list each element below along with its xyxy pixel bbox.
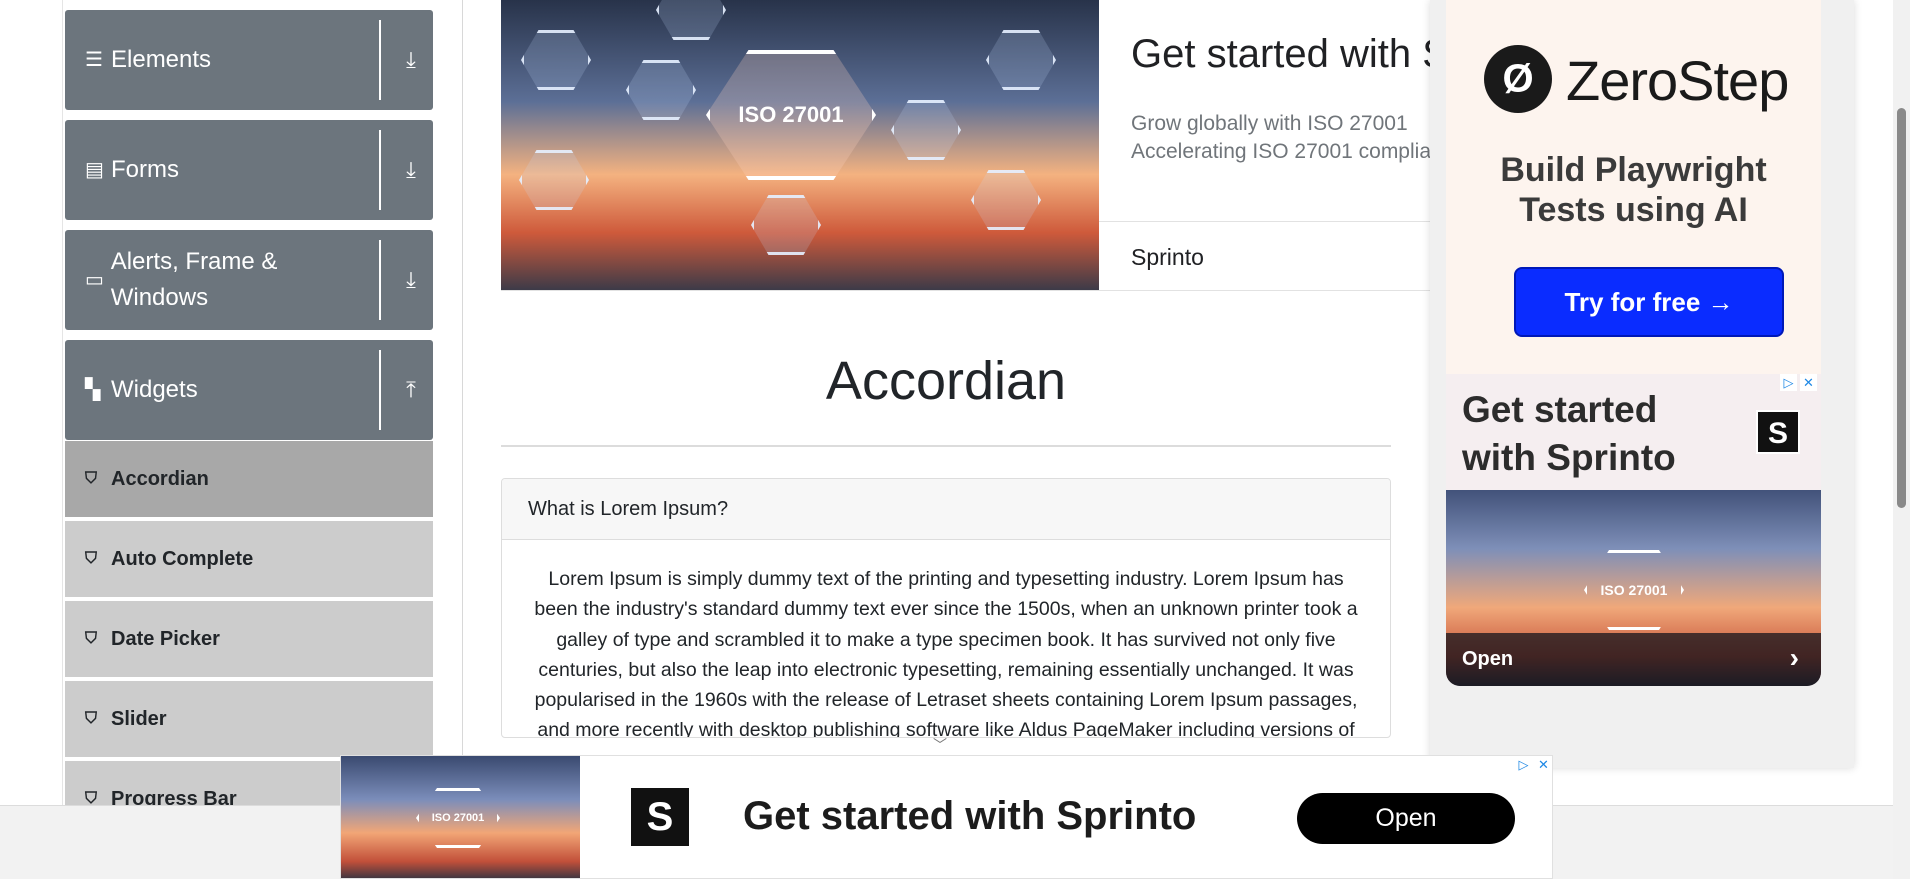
accordion-header[interactable]: What is Lorem Ipsum? bbox=[502, 479, 1390, 540]
open-bar[interactable]: Open › bbox=[1446, 633, 1821, 686]
adchoices-icon[interactable]: ▷ bbox=[1780, 374, 1797, 391]
group-alerts-label-wrap: ▭ Alerts, Frame & Windows bbox=[85, 230, 378, 330]
ad-footer: Sprinto bbox=[1099, 221, 1431, 290]
checklist-icon bbox=[521, 30, 591, 90]
folders-icon bbox=[519, 150, 589, 210]
ad-image: ISO 27001 bbox=[341, 756, 580, 878]
page: ☰ Elements ⤓ ▤ Forms ⤓ ▭ Alerts, Frame &… bbox=[0, 0, 1910, 879]
download-icon[interactable]: ⤓ bbox=[399, 156, 423, 184]
download-icon[interactable]: ⤓ bbox=[399, 46, 423, 74]
accordion-card: What is Lorem Ipsum? Lorem Ipsum is simp… bbox=[501, 478, 1391, 738]
zerostep-tagline: Build Playwright Tests using AI bbox=[1446, 150, 1821, 230]
menu-icon: ☰ bbox=[85, 49, 103, 71]
sidebar: ☰ Elements ⤓ ▤ Forms ⤓ ▭ Alerts, Frame &… bbox=[36, 0, 463, 839]
zerostep-ad[interactable]: Ø ZeroStep Build Playwright Tests using … bbox=[1446, 0, 1821, 374]
upload-icon[interactable]: ⤒ bbox=[399, 376, 423, 404]
tagline-line: Build Playwright bbox=[1500, 151, 1767, 189]
group-elements[interactable]: ☰ Elements ⤓ bbox=[65, 10, 433, 110]
accordion-body: Lorem Ipsum is simply dummy text of the … bbox=[534, 568, 1358, 738]
award-icon bbox=[626, 60, 696, 120]
separator bbox=[379, 20, 381, 100]
sprinto-logo-icon: S bbox=[631, 788, 689, 846]
sidebar-item-label: Accordian bbox=[111, 467, 209, 490]
separator bbox=[379, 240, 381, 320]
chart-icon bbox=[751, 195, 821, 255]
close-icon[interactable]: ✕ bbox=[1535, 756, 1552, 773]
ad-desc-line: Accelerating ISO 27001 compliance bbox=[1131, 140, 1431, 163]
chevron-down-icon: ﹀ bbox=[933, 737, 947, 753]
divider bbox=[501, 445, 1391, 447]
close-icon[interactable]: ✕ bbox=[1800, 374, 1817, 391]
try-for-free-button[interactable]: Try for free → bbox=[1514, 267, 1784, 337]
zerostep-brand: ZeroStep bbox=[1566, 49, 1789, 112]
chevron-right-icon: › bbox=[1789, 642, 1799, 673]
sprinto-side-ad[interactable]: Get started with Sprinto S ▷ ✕ ISO 27001… bbox=[1446, 374, 1821, 686]
open-button[interactable]: Open bbox=[1297, 793, 1515, 844]
ad-image: ISO 27001 Open › bbox=[1446, 490, 1821, 686]
magnifier-icon bbox=[986, 30, 1056, 90]
separator bbox=[379, 130, 381, 210]
scrollbar-thumb[interactable] bbox=[1897, 108, 1906, 508]
bottom-ad-banner[interactable]: ISO 27001 S Get started with Sprinto Ope… bbox=[340, 755, 1553, 879]
sidebar-item-date-picker[interactable]: ⛉ Date Picker bbox=[65, 601, 433, 679]
group-forms[interactable]: ▤ Forms ⤓ bbox=[65, 120, 433, 220]
sidebar-item-accordian[interactable]: ⛉ Accordian bbox=[65, 441, 433, 519]
adchoices-icon[interactable]: ▷ bbox=[1515, 756, 1532, 773]
ad-description: Grow globally with ISO 27001 Acceleratin… bbox=[1131, 110, 1431, 166]
page-title: Accordian bbox=[825, 351, 1067, 411]
form-icon: ▤ bbox=[85, 159, 104, 181]
tagline-line: Tests using AI bbox=[1519, 191, 1748, 229]
top-ad-banner[interactable]: ISO 27001 Get started with Sprinto Grow … bbox=[501, 0, 1431, 291]
group-alerts-frame-windows[interactable]: ▭ Alerts, Frame & Windows ⤓ bbox=[65, 230, 433, 330]
group-label: Widgets bbox=[111, 376, 198, 403]
target-icon bbox=[656, 0, 726, 40]
folder-icon bbox=[971, 170, 1041, 230]
sprinto-ad-title: Get started with Sprinto bbox=[1462, 386, 1676, 482]
title-line: Get started bbox=[1462, 389, 1658, 430]
html5-icon: ⛉ bbox=[85, 710, 98, 727]
ad-title[interactable]: Get started with Sprinto bbox=[1131, 32, 1431, 77]
cloud-icon bbox=[891, 100, 961, 160]
group-label: Alerts, Frame & Windows bbox=[110, 248, 278, 311]
group-label: Elements bbox=[111, 46, 212, 73]
ad-image[interactable]: ISO 27001 bbox=[501, 0, 1099, 290]
right-ad-column: Ø ZeroStep Build Playwright Tests using … bbox=[1430, 0, 1854, 768]
window-icon: ▭ bbox=[85, 269, 104, 291]
ad-desc-line: Grow globally with ISO 27001 bbox=[1131, 112, 1408, 135]
download-icon[interactable]: ⤓ bbox=[399, 266, 423, 294]
html5-icon: ⛉ bbox=[85, 550, 98, 567]
sidebar-item-label: Date Picker bbox=[111, 627, 220, 650]
widgets-icon: ▚ bbox=[85, 379, 101, 401]
html5-icon: ⛉ bbox=[85, 470, 98, 487]
title-line: with Sprinto bbox=[1462, 437, 1676, 478]
sidebar-item-auto-complete[interactable]: ⛉ Auto Complete bbox=[65, 521, 433, 599]
scrollbar[interactable] bbox=[1893, 0, 1910, 879]
group-elements-label-wrap: ☰ Elements bbox=[85, 10, 378, 110]
sidebar-frame bbox=[36, 0, 63, 805]
group-widgets[interactable]: ▚ Widgets ⤒ bbox=[65, 340, 433, 440]
separator bbox=[379, 350, 381, 430]
group-forms-label-wrap: ▤ Forms bbox=[85, 120, 378, 220]
html5-icon: ⛉ bbox=[85, 630, 98, 647]
ad-brand[interactable]: Sprinto bbox=[1131, 244, 1204, 271]
sprinto-logo-icon: S bbox=[1756, 410, 1800, 454]
sidebar-item-label: Auto Complete bbox=[111, 547, 254, 570]
sidebar-item-slider[interactable]: ⛉ Slider bbox=[65, 681, 433, 759]
open-label: Open bbox=[1462, 648, 1514, 670]
zerostep-logo-icon: Ø bbox=[1484, 45, 1552, 113]
group-label: Forms bbox=[111, 156, 179, 183]
iso-badge: ISO 27001 bbox=[706, 50, 876, 180]
iso-badge: ISO 27001 bbox=[1584, 550, 1684, 630]
group-widgets-label-wrap: ▚ Widgets bbox=[85, 340, 378, 440]
iso-badge: ISO 27001 bbox=[416, 788, 500, 848]
sidebar-item-label: Slider bbox=[111, 707, 167, 730]
bottom-ad-title: Get started with Sprinto bbox=[743, 794, 1197, 838]
